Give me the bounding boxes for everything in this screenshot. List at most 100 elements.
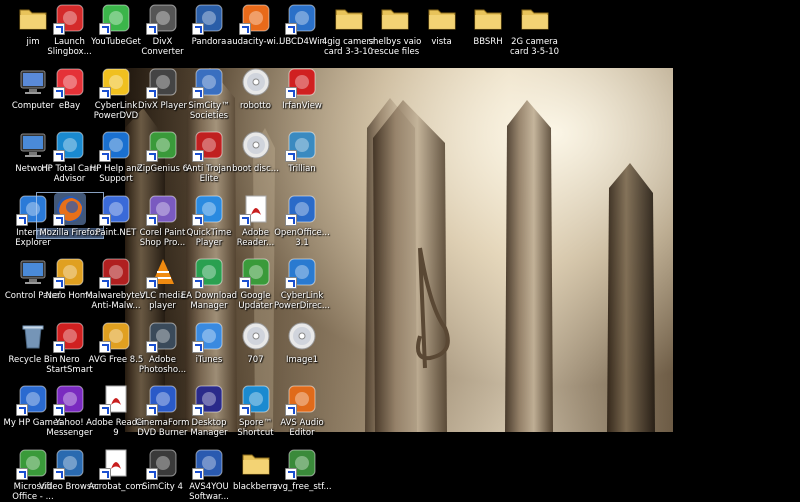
- desktop-icon-label: Trillian: [288, 164, 316, 174]
- simcity4-icon: [145, 447, 179, 480]
- shortcut-arrow-icon: [16, 404, 28, 416]
- shortcut-arrow-icon: [52, 23, 65, 35]
- folder-icon: [379, 2, 411, 34]
- shortcut-arrow-icon: [145, 213, 158, 226]
- shortcut-arrow-icon: [285, 213, 297, 226]
- lightroom-icon: [145, 320, 179, 353]
- desktop-icon-openoffice-3-1[interactable]: OpenOffice... 3.1: [269, 193, 335, 248]
- shortcut-arrow-icon: [52, 467, 65, 480]
- pdf-icon: [99, 383, 132, 416]
- powerdvd-icon: [99, 66, 132, 99]
- folder-icon: [426, 2, 458, 34]
- desktop-icon-label: Image1: [285, 354, 319, 365]
- desktop-icon-2g-camera-card-3-5-10[interactable]: 2G camera card 3-5-10: [502, 2, 568, 57]
- audacity-icon: [238, 2, 272, 35]
- malwarebytes-icon: [99, 256, 132, 289]
- folder-icon: [472, 2, 504, 34]
- shortcut-arrow-icon: [99, 467, 111, 480]
- avg-icon: [99, 320, 132, 353]
- desktop-wallpaper: [125, 68, 673, 432]
- shortcut-arrow-icon: [52, 86, 65, 99]
- desktop-icon-label: IrfanView: [282, 100, 322, 111]
- shield-icon: [192, 129, 225, 162]
- acrobat-icon: [99, 447, 132, 480]
- shortcut-arrow-icon: [192, 340, 204, 353]
- avs-audio-icon: [285, 383, 318, 416]
- desktop-icon-label: avg_free_stf...: [272, 481, 332, 492]
- help-icon: [99, 129, 132, 162]
- powerdirector-icon: [285, 256, 318, 289]
- dvd-icon: [145, 383, 179, 416]
- shortcut-arrow-icon: [192, 277, 204, 289]
- blackberry-icon: [192, 383, 225, 416]
- shortcut-arrow-icon: [238, 23, 251, 35]
- disc-icon: [240, 129, 272, 161]
- nero-home-icon: [52, 256, 86, 289]
- irfanview-icon: [285, 66, 318, 99]
- folder-icon: [519, 2, 551, 34]
- desktop-icon-cyberlink-powerdirec[interactable]: CyberLink PowerDirec...: [269, 256, 335, 311]
- shortcut-arrow-icon: [238, 404, 251, 416]
- shortcut-arrow-icon: [285, 404, 297, 416]
- zip-icon: [145, 129, 179, 162]
- shortcut-arrow-icon: [192, 23, 204, 35]
- shortcut-arrow-icon: [145, 467, 158, 480]
- shortcut-arrow-icon: [52, 213, 65, 226]
- openoffice-icon: [285, 193, 318, 226]
- shortcut-arrow-icon: [238, 213, 251, 226]
- desktop-icon-image1[interactable]: Image1: [269, 320, 335, 365]
- desktop-icon-avs-audio-editor[interactable]: AVS Audio Editor: [269, 383, 335, 438]
- shortcut-arrow-icon: [285, 467, 297, 480]
- yahoo-icon: [52, 383, 86, 416]
- shortcut-arrow-icon: [285, 23, 297, 35]
- spore-icon: [238, 383, 272, 416]
- shortcut-arrow-icon: [238, 277, 251, 289]
- disc-icon: [240, 320, 272, 352]
- paintshop-icon: [145, 193, 179, 226]
- video-browser-icon: [52, 447, 86, 480]
- desktop-icon-label: 2G camera card 3-5-10: [509, 37, 560, 57]
- disc-icon: [286, 320, 318, 352]
- shortcut-arrow-icon: [99, 23, 111, 35]
- google-updater-icon: [238, 256, 272, 289]
- vlc-icon: [145, 256, 179, 289]
- shortcut-arrow-icon: [145, 340, 158, 353]
- slingbox-icon: [52, 2, 86, 35]
- desktop-icon-label: CyberLink PowerDirec...: [274, 291, 330, 311]
- trillian-icon: [285, 129, 318, 162]
- shortcut-arrow-icon: [99, 86, 111, 99]
- download-arrow-icon: [99, 2, 132, 35]
- shortcut-arrow-icon: [145, 86, 158, 99]
- shortcut-arrow-icon: [145, 23, 158, 35]
- desktop-icon-trillian[interactable]: Trillian: [269, 129, 335, 174]
- divx-icon: [145, 2, 179, 35]
- shortcut-arrow-icon: [52, 150, 65, 162]
- folder-icon: [240, 447, 272, 479]
- shortcut-arrow-icon: [145, 277, 158, 289]
- shortcut-arrow-icon: [285, 150, 297, 162]
- desktop-icon-label: OpenOffice... 3.1: [274, 227, 330, 248]
- shortcut-arrow-icon: [16, 213, 28, 226]
- hp-advisor-icon: [52, 129, 86, 162]
- shortcut-arrow-icon: [99, 277, 111, 289]
- desktop-icon-irfanview[interactable]: IrfanView: [269, 66, 335, 111]
- shortcut-arrow-icon: [52, 404, 65, 416]
- pandora-icon: [192, 2, 225, 35]
- quicktime-icon: [192, 193, 225, 226]
- installer-icon: [285, 447, 318, 480]
- shortcut-arrow-icon: [285, 86, 297, 99]
- desktop-icon-avg-free-stf[interactable]: avg_free_stf...: [269, 447, 335, 492]
- pdf-icon: [238, 193, 272, 226]
- avs4you-icon: [192, 447, 225, 480]
- shortcut-arrow-icon: [192, 86, 204, 99]
- divx-player-icon: [145, 66, 179, 99]
- ubcd-icon: [285, 2, 318, 35]
- shortcut-arrow-icon: [192, 467, 204, 480]
- folder-icon: [333, 2, 365, 34]
- shortcut-arrow-icon: [192, 404, 204, 416]
- ea-icon: [192, 256, 225, 289]
- shortcut-arrow-icon: [285, 277, 297, 289]
- shortcut-arrow-icon: [52, 277, 65, 289]
- shortcut-arrow-icon: [16, 467, 28, 480]
- simcity-icon: [192, 66, 225, 99]
